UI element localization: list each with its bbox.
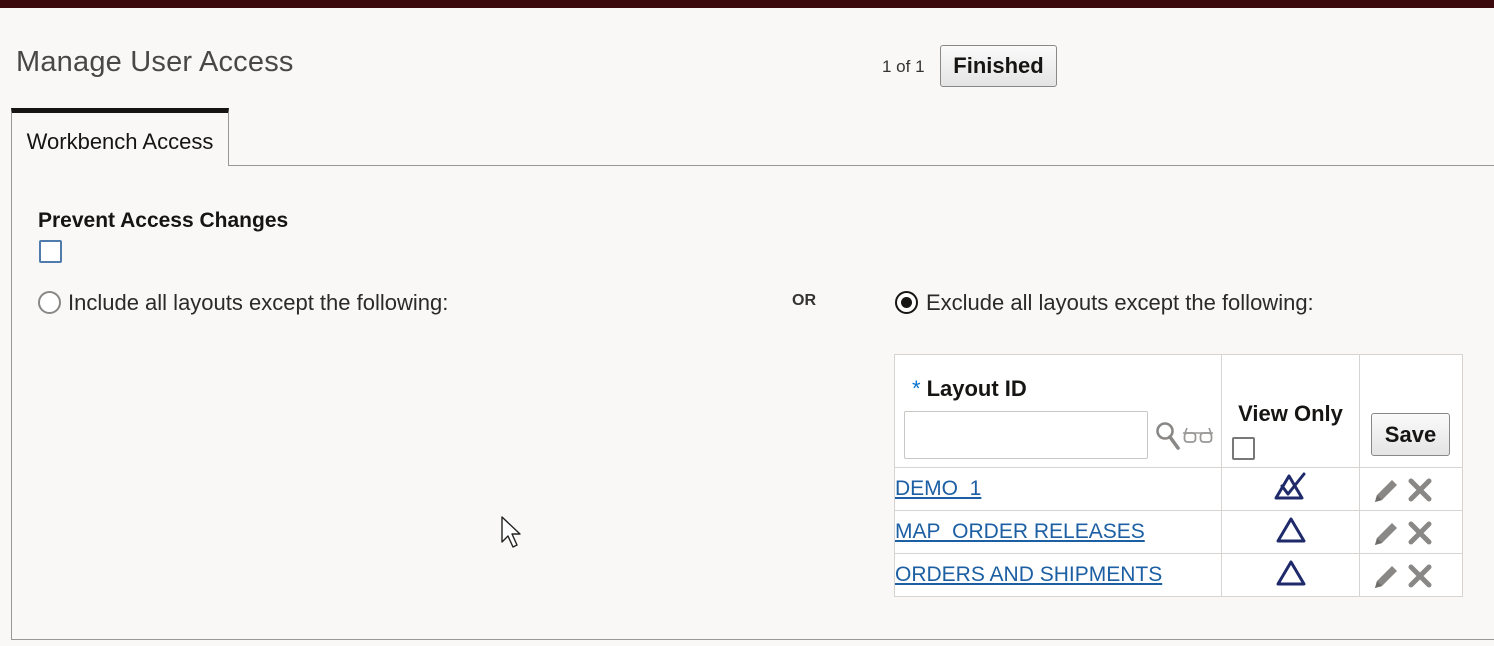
- or-separator: OR: [792, 292, 816, 309]
- search-icon[interactable]: [1155, 421, 1181, 451]
- layout-link[interactable]: ORDERS AND SHIPMENTS: [895, 563, 1162, 586]
- include-layouts-label[interactable]: Include all layouts except the following…: [68, 290, 448, 316]
- glasses-icon[interactable]: [1182, 425, 1214, 445]
- delete-icon[interactable]: [1406, 476, 1434, 504]
- table-row: MAP_ORDER RELEASES: [894, 510, 1463, 554]
- triangle-icon: [1276, 560, 1305, 585]
- required-marker: *: [912, 376, 921, 401]
- layout-id-cell: MAP_ORDER RELEASES: [894, 510, 1222, 554]
- table-row: ORDERS AND SHIPMENTS: [894, 553, 1463, 597]
- view-only-cell: [1221, 510, 1360, 554]
- layout-id-header: * Layout ID: [912, 376, 1027, 402]
- page-title: Manage User Access: [16, 46, 294, 78]
- layout-link[interactable]: MAP_ORDER RELEASES: [895, 520, 1145, 543]
- prevent-access-checkbox[interactable]: [39, 240, 62, 263]
- tab-label: Workbench Access: [26, 128, 214, 154]
- view-only-header: View Only: [1238, 401, 1343, 426]
- view-only-cell: [1221, 553, 1360, 597]
- view-only-cell: [1221, 467, 1360, 511]
- prevent-access-label: Prevent Access Changes: [38, 209, 289, 232]
- layout-id-cell: DEMO_1: [894, 467, 1222, 511]
- tab-workbench-access[interactable]: Workbench Access: [11, 108, 229, 166]
- layout-id-column-header: * Layout ID: [894, 354, 1222, 468]
- delete-icon[interactable]: [1406, 519, 1434, 547]
- view-only-all-checkbox[interactable]: [1232, 437, 1255, 460]
- delete-icon[interactable]: [1406, 562, 1434, 590]
- layout-link[interactable]: DEMO_1: [895, 477, 981, 500]
- save-button[interactable]: Save: [1371, 413, 1450, 456]
- finished-button[interactable]: Finished: [940, 45, 1057, 87]
- exclude-layouts-label[interactable]: Exclude all layouts except the following…: [926, 290, 1314, 316]
- edit-icon[interactable]: [1371, 562, 1401, 592]
- exclude-layouts-radio[interactable]: [895, 291, 918, 314]
- actions-cell: [1359, 510, 1463, 554]
- top-bar: [0, 0, 1494, 8]
- layout-id-cell: ORDERS AND SHIPMENTS: [894, 553, 1222, 597]
- edit-icon[interactable]: [1371, 519, 1401, 549]
- table-header-row: * Layout ID View Only Save: [894, 354, 1463, 468]
- edit-icon[interactable]: [1371, 476, 1401, 506]
- table-row: DEMO_1: [894, 467, 1463, 511]
- actions-cell: [1359, 467, 1463, 511]
- mouse-cursor-icon: [501, 516, 521, 548]
- checked-triangle-icon: [1274, 472, 1305, 499]
- layout-access-table: * Layout ID View Only Save DEMO_1 MAP_OR…: [894, 354, 1463, 597]
- layout-id-header-label: Layout ID: [926, 376, 1027, 401]
- view-only-column-header: View Only: [1221, 354, 1360, 468]
- save-column-header: Save: [1359, 354, 1463, 468]
- page-counter: 1 of 1: [882, 57, 925, 76]
- triangle-icon: [1276, 517, 1305, 542]
- actions-cell: [1359, 553, 1463, 597]
- layout-id-input[interactable]: [904, 411, 1148, 459]
- include-layouts-radio[interactable]: [38, 291, 61, 314]
